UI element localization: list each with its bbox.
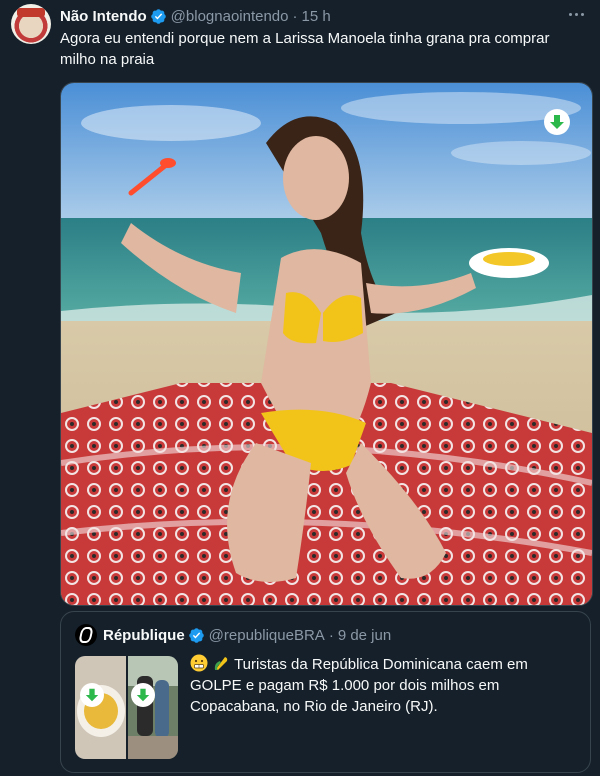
more-options-icon[interactable] bbox=[564, 4, 588, 24]
verified-badge-icon bbox=[150, 8, 166, 24]
quote-header: République @republiqueBRA · 9 de jun bbox=[103, 624, 391, 646]
separator-dot: · bbox=[328, 626, 334, 644]
avatar-logo bbox=[17, 8, 45, 17]
author-name[interactable]: Não Intendo bbox=[60, 8, 147, 25]
tweet-text: Agora eu entendi porque nem a Larissa Ma… bbox=[60, 30, 550, 68]
quote-author-name[interactable]: République bbox=[103, 627, 185, 644]
author-handle[interactable]: @blognaointendo bbox=[171, 8, 289, 25]
download-arrow-icon[interactable] bbox=[544, 109, 570, 135]
author-avatar[interactable] bbox=[11, 4, 51, 44]
tweet-photo[interactable] bbox=[60, 82, 593, 606]
quoted-tweet[interactable]: République @republiqueBRA · 9 de jun Tur… bbox=[60, 611, 591, 773]
quote-photo bbox=[75, 656, 178, 759]
download-arrow-icon[interactable] bbox=[80, 683, 104, 707]
quote-date[interactable]: 9 de jun bbox=[338, 627, 391, 644]
download-arrow-icon[interactable] bbox=[131, 683, 155, 707]
tweet-time[interactable]: 15 h bbox=[302, 8, 331, 25]
corn-emoji bbox=[215, 657, 228, 670]
quote-text: Turistas da República Dominicana caem em… bbox=[190, 654, 575, 717]
tweet-header: Não Intendo @blognaointendo · 15 h bbox=[60, 6, 331, 26]
beach-photo bbox=[61, 83, 592, 605]
tweet[interactable]: Não Intendo @blognaointendo · 15 h Agora… bbox=[0, 0, 600, 776]
quote-body: Turistas da República Dominicana caem em… bbox=[190, 656, 528, 715]
verified-badge-icon bbox=[188, 627, 204, 643]
quote-author-handle[interactable]: @republiqueBRA bbox=[209, 627, 325, 644]
quote-author-avatar[interactable] bbox=[75, 624, 97, 646]
grimacing-face-emoji bbox=[190, 654, 208, 672]
separator-dot: · bbox=[292, 7, 298, 25]
quote-media-thumbnail[interactable] bbox=[75, 656, 178, 759]
